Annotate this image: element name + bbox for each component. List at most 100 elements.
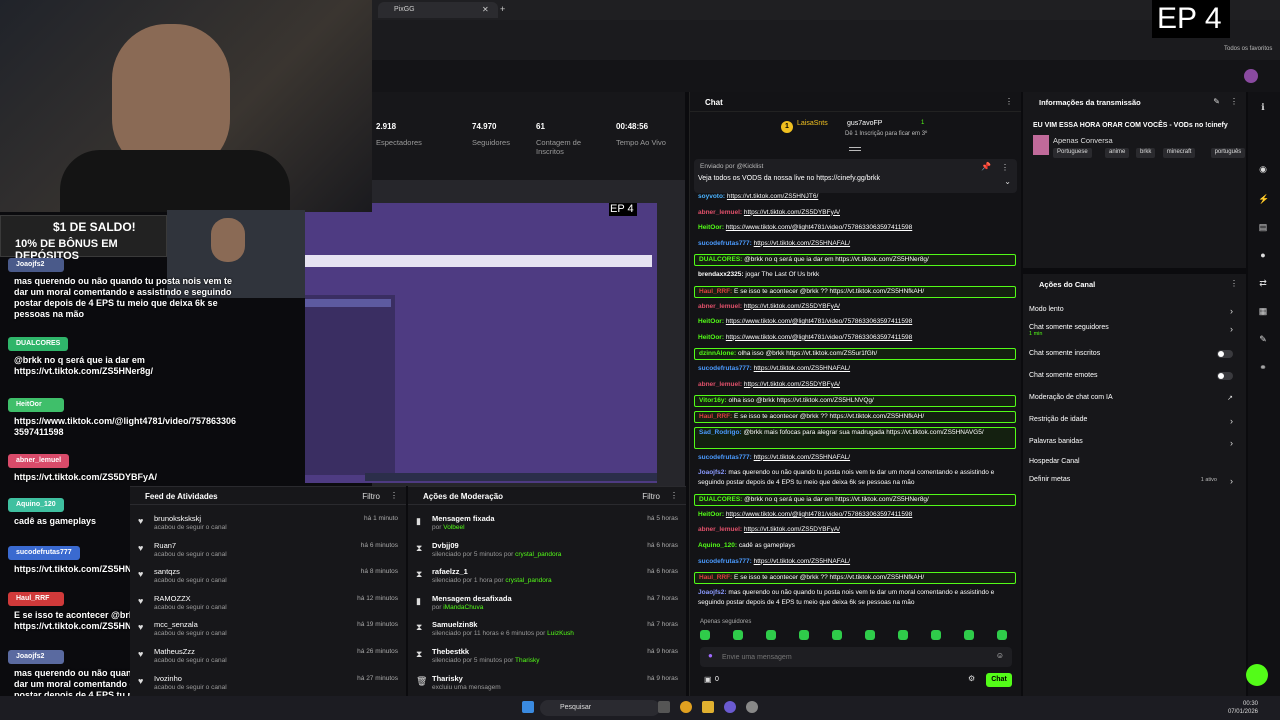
avatar[interactable] [1244,69,1258,83]
chat-message[interactable]: brendaxx2325: jogar The Last Of Us brkk [694,270,1016,280]
chevron-down-icon[interactable]: ⌄ [1004,177,1011,186]
chat-username[interactable]: Joaojfs2: [698,589,727,596]
taskbar-search[interactable]: Pesquisar [540,700,660,716]
chat-username[interactable]: DUALCORES: [699,256,742,263]
folder-icon[interactable] [702,701,714,713]
feed-item[interactable]: ♥ RAMOZZX acabou de seguir o canal há 12 mi… [130,591,406,617]
feed-filter-button[interactable]: Filtro [362,492,380,501]
chat-username[interactable]: abner_lemuel: [698,209,742,216]
more-icon[interactable]: ⋮ [1230,279,1238,288]
document-icon[interactable]: ▤ [1258,222,1268,232]
pinned-text[interactable]: Veja todos os VODS da nossa live no http… [698,175,880,182]
chat-message[interactable]: sucodefrutas777: https://vt.tiktok.com/Z… [694,453,1016,463]
moderation-item[interactable]: 🗑 Tharisky excluiu uma mensagem há 9 horas [408,671,686,697]
chat-message[interactable]: DUALCORES: @brkk no q será que ia dar em… [694,254,1016,267]
channel-action-item[interactable]: Palavras banidas › [1029,438,1239,452]
pin-icon[interactable]: 📌 [981,162,991,171]
feed-item[interactable]: ♥ mcc_senzala acabou de seguir o canal há 1… [130,617,406,643]
channel-action-item[interactable]: Hospedar Canal [1029,458,1239,472]
chat-username[interactable]: sucodefrutas777: [698,365,752,372]
emote-icon[interactable] [733,630,743,640]
moderation-item[interactable]: ⧗ rafaelzz_1 silenciado por 1 hora por cry… [408,564,686,590]
chat-message[interactable]: Haul_RRF: E se isso te acontecer @brkk ?… [694,411,1016,424]
chat-message[interactable]: dzinnAlone: olha isso @brkk https://vt.t… [694,348,1016,361]
arrows-icon[interactable]: ⇄ [1258,278,1268,288]
chat-username[interactable]: Sad_Rodrigo: [699,429,742,436]
feed-item[interactable]: ♥ brunokskskskj acabou de seguir o canal há… [130,511,406,537]
chat-message[interactable]: HeitOor: https://www.tiktok.com/@light47… [694,317,1016,327]
emote-icon[interactable] [931,630,941,640]
channel-action-item[interactable]: Modo lento › [1029,306,1239,320]
chat-username[interactable]: HeitOor: [698,318,724,325]
chat-message[interactable]: HeitOor: https://www.tiktok.com/@light47… [694,223,1016,233]
tag-chip[interactable]: português [1210,148,1246,158]
chat-message[interactable]: Joaojfs2: mas querendo ou não quando tu … [694,468,1016,488]
emote-icon[interactable] [898,630,908,640]
chat-message[interactable]: abner_lemuel: https://vt.tiktok.com/ZS5D… [694,208,1016,218]
chrome-icon[interactable] [680,701,692,713]
points-icon[interactable]: ▣ [704,675,712,684]
info-icon[interactable]: ℹ [1258,102,1268,112]
channel-action-item[interactable]: Restrição de idade › [1029,416,1239,430]
tag-chip[interactable]: brkk [1136,148,1156,158]
chat-username[interactable]: Aquino_120: [698,542,737,549]
channel-action-item[interactable]: Moderação de chat com IA ↗ [1029,394,1239,408]
gear-icon[interactable]: ⚙ [968,674,975,683]
tag-chip[interactable]: anime [1105,148,1130,158]
chat-username[interactable]: Haul_RRF: [699,288,732,295]
floating-chat-icon[interactable] [1246,664,1268,686]
new-tab-icon[interactable]: + [500,4,505,14]
channel-action-item[interactable]: Chat somente seguidores 1 min › [1029,324,1239,338]
camera-icon[interactable]: ◉ [1258,164,1268,174]
chat-username[interactable]: Haul_RRF: [699,413,732,420]
chat-bubble-icon[interactable]: ● [1258,250,1268,260]
chat-message[interactable]: DUALCORES: @brkk no q será que ia dar em… [694,494,1016,506]
bookmarks-label[interactable]: Todos os favoritos [1224,46,1272,52]
task-view-icon[interactable] [658,701,670,713]
chat-username[interactable]: HeitOor: [698,224,724,231]
more-icon[interactable]: ⋮ [1005,97,1013,106]
emote-icon[interactable] [832,630,842,640]
toggle-switch[interactable] [1217,372,1233,380]
chat-message[interactable]: Haul_RRF: E se isso te acontecer @brkk ?… [694,285,1016,298]
moderation-filter-button[interactable]: Filtro [642,492,660,501]
category-name[interactable]: Apenas Conversa [1053,136,1113,145]
emoji-icon[interactable]: ☺ [996,651,1004,660]
tag-chip[interactable]: Portuguese [1053,148,1092,158]
more-icon[interactable]: ⋮ [1230,97,1238,106]
feed-item[interactable]: ♥ Ruan7 acabou de seguir o canal há 6 minut… [130,538,406,564]
chat-username[interactable]: sucodefrutas777: [698,558,752,565]
taskbar-clock[interactable]: 00:30 07/01/2026 [1228,700,1258,716]
chat-message[interactable]: Aquino_120: cadê as gameplays [694,541,1016,551]
chat-input-box[interactable]: ● ☺ [700,647,1012,667]
chat-message[interactable]: Joaojfs2: mas querendo ou não quando tu … [694,588,1016,608]
edit-icon[interactable]: ✎ [1213,97,1220,106]
more-icon[interactable]: ⋮ [390,491,398,500]
moderation-item[interactable]: ⧗ Samuelzin8k silenciado por 11 horas e 6 … [408,617,686,643]
chat-message[interactable]: sucodefrutas777: https://vt.tiktok.com/Z… [694,557,1016,567]
microphone-icon[interactable]: ● [708,651,713,660]
emote-icon[interactable] [766,630,776,640]
emote-icon[interactable] [997,630,1007,640]
chat-username[interactable]: abner_lemuel: [698,381,742,388]
chat-message[interactable]: abner_lemuel: https://vt.tiktok.com/ZS5D… [694,525,1016,535]
chat-message[interactable]: HeitOor: https://www.tiktok.com/@light47… [694,510,1016,520]
chat-message[interactable]: Haul_RRF: E se isso te acontecer @brkk ?… [694,572,1016,585]
emote-icon[interactable] [865,630,875,640]
more-icon[interactable]: ⋮ [670,491,678,500]
chat-username[interactable]: Joaojfs2: [698,469,727,476]
link-icon[interactable]: ⚭ [1258,362,1268,372]
chat-username[interactable]: Haul_RRF: [699,574,732,581]
channel-action-item[interactable]: Chat somente emotes [1029,372,1239,386]
moderation-item[interactable]: ▮ Mensagem desafixada por iMandaChuva há 7 … [408,591,686,617]
chat-message[interactable]: sucodefrutas777: https://vt.tiktok.com/Z… [694,239,1016,249]
moderation-item[interactable]: ⧗ Dvbjj09 silenciado por 5 minutos por cry… [408,538,686,564]
chat-username[interactable]: Vitor16y: [699,397,727,404]
channel-action-item[interactable]: Definir metas 1 ativo › [1029,476,1239,490]
chat-username[interactable]: sucodefrutas777: [698,240,752,247]
windows-start-icon[interactable] [522,701,534,713]
chat-input[interactable] [722,651,982,663]
chat-username[interactable]: HeitOor: [698,511,724,518]
chat-username[interactable]: DUALCORES: [699,496,742,503]
send-chat-button[interactable]: Chat [986,673,1012,687]
